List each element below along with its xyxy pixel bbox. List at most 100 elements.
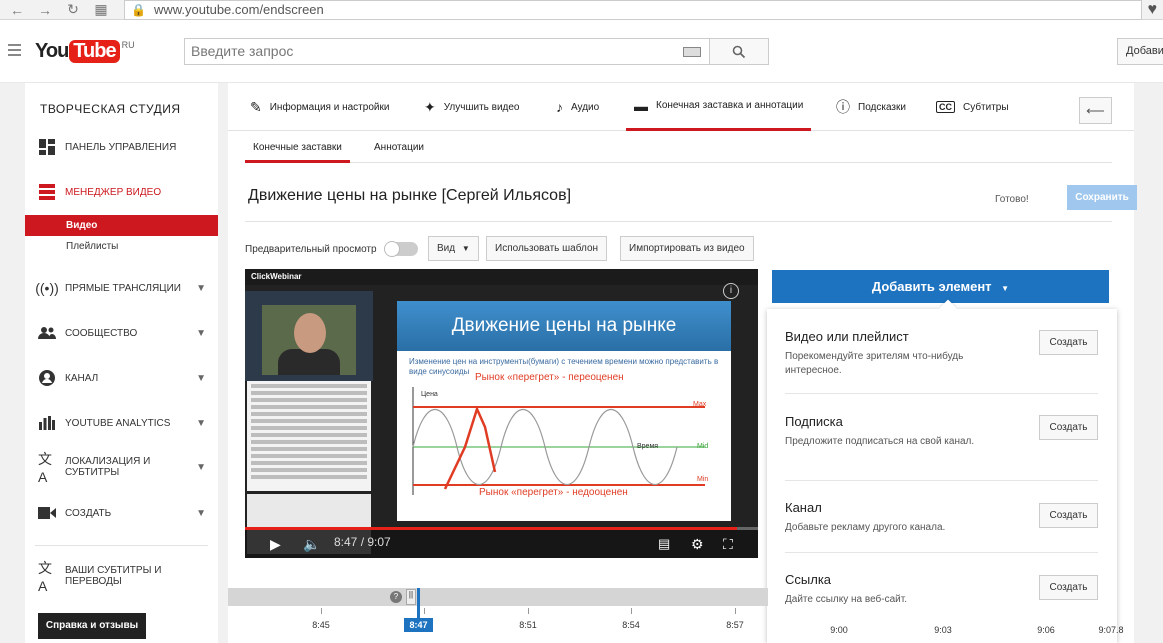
add-video-button[interactable]: Добави [1117, 38, 1163, 65]
logo-you: You [35, 40, 69, 62]
menu-icon[interactable] [8, 44, 21, 59]
create-icon [38, 504, 56, 522]
caret-down-icon: ▼ [461, 244, 470, 253]
play-icon[interactable]: ▶ [270, 536, 281, 553]
speaker-head [294, 313, 326, 353]
caret-down-icon: ▼ [1001, 284, 1010, 293]
preview-label: Предварительный просмотр [245, 244, 377, 255]
subtab-bar: Конечные заставки Аннотации [245, 135, 1112, 163]
translate-icon: 文A [38, 451, 52, 485]
create-button[interactable]: Создать [1039, 575, 1098, 600]
progress-fill [245, 527, 738, 530]
magic-wand-icon: ✦ [424, 98, 436, 115]
reload-icon[interactable]: ↻ [62, 1, 84, 18]
timeline-ticks [228, 608, 768, 618]
chat-panel [247, 381, 371, 491]
create-button[interactable]: Создать [1039, 503, 1098, 528]
tab-info-settings[interactable]: ✎ Информация и настройки [250, 83, 389, 131]
timeline-label: 8:54 [622, 620, 640, 630]
menu-item-subscribe: Подписка Предложите подписаться на свой … [785, 414, 1098, 449]
max-label: Max [693, 401, 707, 408]
chevron-down-icon[interactable]: ▼ [196, 508, 206, 519]
save-button[interactable]: Сохранить [1067, 185, 1137, 210]
subtab-annotations[interactable]: Аннотации [374, 135, 424, 163]
view-dropdown[interactable]: Вид ▼ [428, 236, 479, 261]
cc-icon: CC [936, 101, 955, 113]
timeline[interactable]: ? || 8:45 8:47 8:51 8:54 8:57 [228, 588, 768, 643]
webcam-panel [245, 291, 373, 381]
chevron-down-icon[interactable]: ▼ [196, 418, 206, 429]
timeline-label: 9:03 [934, 625, 952, 635]
video-title: Движение цены на рынке [Сергей Ильясов] [248, 187, 572, 204]
overbought-label: Рынок «перегрет» - переоценен [475, 372, 624, 383]
youtube-logo[interactable]: You Tube RU [35, 40, 135, 63]
subtab-end-screens[interactable]: Конечные заставки [245, 135, 350, 163]
info-icon: ⓘ [836, 99, 850, 115]
keyboard-icon[interactable] [683, 47, 701, 57]
sine-chart [412, 387, 705, 495]
create-button[interactable]: Создать [1039, 330, 1098, 355]
import-from-video-button[interactable]: Импортировать из видео [620, 236, 754, 261]
sidebar-divider [35, 545, 208, 546]
menu-item-video-playlist: Видео или плейлист Порекомендуйте зрител… [785, 329, 1098, 378]
sidebar-item-analytics[interactable]: YOUTUBE ANALYTICS ▼ [25, 410, 218, 436]
chevron-down-icon[interactable]: ▼ [196, 462, 206, 473]
sidebar-item-video-manager[interactable]: МЕНЕДЖЕР ВИДЕО [25, 179, 218, 205]
search-button[interactable] [709, 38, 769, 65]
heart-icon[interactable]: ♥ [1148, 1, 1158, 19]
sidebar-item-label: СООБЩЕСТВО [65, 327, 138, 339]
save-status: Готово! [995, 194, 1029, 205]
settings-gear-icon[interactable]: ⚙ [691, 536, 704, 553]
tab-label: Субтитры [963, 101, 1009, 113]
progress-bar[interactable] [245, 527, 758, 530]
view-label: Вид [437, 243, 456, 254]
sidebar-item-label: ПРЯМЫЕ ТРАНСЛЯЦИИ [65, 282, 181, 294]
speaker-video [262, 305, 356, 375]
tab-cards[interactable]: ⓘ Подсказки [836, 83, 906, 131]
sidebar-item-dashboard[interactable]: ПАНЕЛЬ УПРАВЛЕНИЯ [25, 134, 218, 160]
sidebar-item-channel[interactable]: КАНАЛ ▼ [25, 365, 218, 391]
preview-toggle[interactable] [384, 241, 418, 257]
back-arrow-icon[interactable]: ← [6, 2, 28, 18]
sidebar-item-label: YOUTUBE ANALYTICS [65, 417, 171, 429]
tab-end-screen[interactable]: ▬ Конечная заставка и аннотации [626, 83, 812, 131]
sidebar-item-live[interactable]: ((•)) ПРЯМЫЕ ТРАНСЛЯЦИИ ▼ [25, 275, 218, 301]
add-element-button[interactable]: Добавить элемент ▼ [772, 270, 1109, 303]
sidebar-item-your-subtitles[interactable]: 文A ВАШИ СУБТИТРЫ И ПЕРЕВОДЫ [25, 560, 218, 594]
timeline-label: 9:00 [830, 625, 848, 635]
webinar-brand: ClickWebinar [251, 272, 302, 281]
tab-enhance[interactable]: ✦ Улучшить видео [424, 83, 520, 131]
info-icon[interactable]: i [723, 283, 739, 299]
apps-grid-icon[interactable]: ▦ [90, 1, 112, 18]
sidebar-item-create[interactable]: СОЗДАТЬ ▼ [25, 500, 218, 526]
forward-arrow-icon[interactable]: → [34, 2, 56, 18]
address-bar[interactable]: 🔒 www.youtube.com/endscreen [124, 0, 1142, 20]
sidebar-sub-videos[interactable]: Видео [25, 215, 218, 236]
menu-divider [785, 480, 1098, 481]
divider [245, 221, 1112, 222]
sidebar-item-label: ВАШИ СУБТИТРЫ И ПЕРЕВОДЫ [65, 565, 162, 587]
back-button[interactable]: ⟵ [1079, 97, 1112, 124]
sidebar-item-localization[interactable]: 文A ЛОКАЛИЗАЦИЯ И СУБТИТРЫ ▼ [25, 451, 218, 485]
subtitles-icon[interactable]: ▤ [658, 536, 670, 552]
search-input[interactable]: Введите запрос [184, 38, 710, 65]
timeline-track[interactable] [228, 588, 768, 606]
chevron-down-icon[interactable]: ▼ [196, 328, 206, 339]
chevron-down-icon[interactable]: ▼ [196, 283, 206, 294]
sidebar-item-label: КАНАЛ [65, 372, 99, 384]
tab-audio[interactable]: ♪ Аудио [556, 83, 599, 131]
help-feedback-button[interactable]: Справка и отзывы [38, 613, 146, 639]
fullscreen-icon[interactable]: ⛶ [723, 536, 733, 553]
use-template-button[interactable]: Использовать шаблон [486, 236, 608, 261]
sidebar-sub-playlists[interactable]: Плейлисты [25, 236, 218, 257]
video-player[interactable]: ClickWebinar Движение цены на рынке Изме… [245, 269, 758, 558]
timeline-handle[interactable]: || [406, 589, 416, 605]
volume-icon[interactable]: 🔈 [303, 536, 320, 553]
menu-divider [785, 393, 1098, 394]
create-button[interactable]: Создать [1039, 415, 1098, 440]
chevron-down-icon[interactable]: ▼ [196, 373, 206, 384]
subtitles-translate-icon: 文A [38, 560, 52, 594]
help-icon[interactable]: ? [390, 591, 402, 603]
tab-subtitles[interactable]: CC Субтитры [936, 83, 1009, 131]
sidebar-item-community[interactable]: СООБЩЕСТВО ▼ [25, 320, 218, 346]
